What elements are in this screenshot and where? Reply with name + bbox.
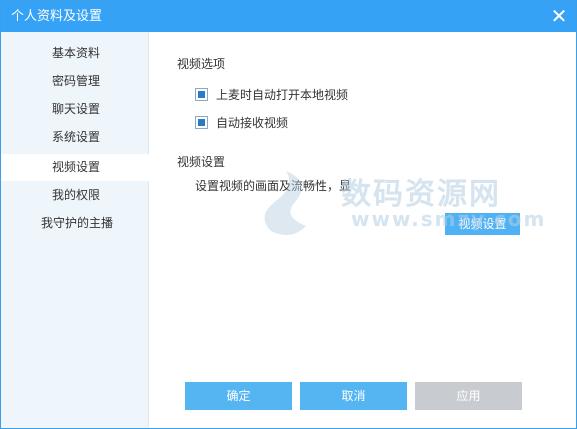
- auto-receive-video-checkbox[interactable]: [195, 116, 208, 129]
- video-settings-button[interactable]: 视频设置: [445, 213, 520, 235]
- settings-window: 个人资料及设置 ✕ 基本资料 密码管理 聊天设置 系统设置 视频设置 我的权限 …: [0, 0, 577, 429]
- auto-receive-video-option[interactable]: 自动接收视频: [195, 115, 315, 131]
- sidebar-item-label: 系统设置: [52, 130, 101, 144]
- auto-open-local-video-checkbox[interactable]: [195, 88, 208, 101]
- auto-open-local-video-label: 上麦时自动打开本地视频: [216, 88, 349, 102]
- sidebar-item-video-settings[interactable]: 视频设置: [1, 154, 150, 181]
- checkbox-check-mark: [198, 91, 205, 98]
- video-options-title: 视频选项: [177, 57, 226, 71]
- video-settings-description: 设置视频的画面及流畅性，显: [195, 179, 352, 193]
- video-settings-title: 视频设置: [177, 155, 226, 169]
- sidebar-item-my-permissions[interactable]: 我的权限: [1, 182, 149, 209]
- sidebar-item-label: 视频设置: [52, 160, 101, 174]
- sidebar-item-label: 我的权限: [52, 188, 101, 202]
- sidebar-item-system-settings[interactable]: 系统设置: [1, 124, 149, 151]
- sidebar-item-label: 基本资料: [52, 46, 101, 60]
- window-title: 个人资料及设置: [11, 9, 103, 24]
- auto-open-local-video-option[interactable]: 上麦时自动打开本地视频: [195, 87, 395, 103]
- sidebar-item-label: 密码管理: [52, 74, 101, 88]
- title-bar[interactable]: 个人资料及设置 ✕: [1, 1, 576, 32]
- sidebar-item-chat-settings[interactable]: 聊天设置: [1, 96, 149, 123]
- sidebar-item-password[interactable]: 密码管理: [1, 68, 149, 95]
- auto-receive-video-label: 自动接收视频: [216, 116, 289, 130]
- content-panel: 视频选项 上麦时自动打开本地视频 自动接收视频 视频设置 设置视频的画面及流畅性…: [150, 32, 576, 428]
- sidebar-item-label: 聊天设置: [52, 102, 101, 116]
- sidebar-item-label: 我守护的主播: [41, 216, 114, 230]
- ok-button[interactable]: 确定: [185, 382, 292, 410]
- checkbox-check-mark: [198, 119, 205, 126]
- cancel-button[interactable]: 取消: [300, 382, 407, 410]
- sidebar-item-basic-info[interactable]: 基本资料: [1, 40, 149, 67]
- sidebar: 基本资料 密码管理 聊天设置 系统设置 视频设置 我的权限 我守护的主播: [1, 32, 150, 428]
- close-icon[interactable]: ✕: [548, 5, 570, 27]
- sidebar-item-guarded-hosts[interactable]: 我守护的主播: [1, 210, 149, 237]
- apply-button[interactable]: 应用: [415, 382, 522, 410]
